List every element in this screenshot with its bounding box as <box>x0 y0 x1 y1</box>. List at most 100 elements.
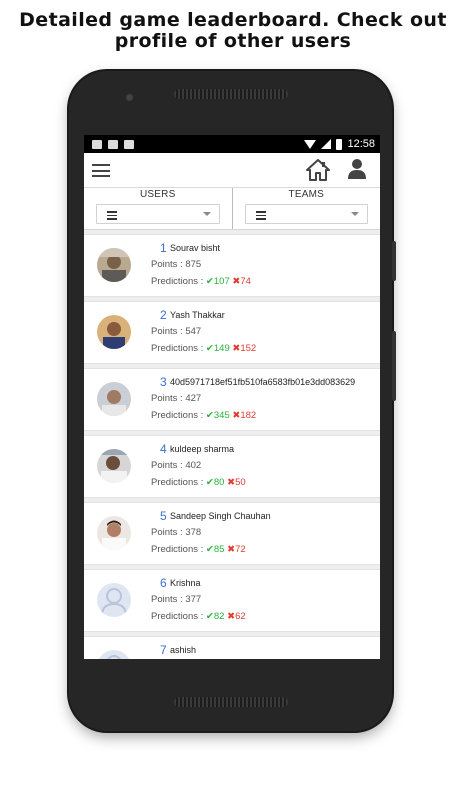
promo-line-1: Detailed game leaderboard. Check out <box>19 9 447 31</box>
teams-dropdown[interactable] <box>244 204 368 224</box>
leaderboard-row[interactable]: 3 40d5971718ef51fb510fa6583fb01e3dd08362… <box>84 368 380 431</box>
predictions-label: Predictions : <box>151 477 204 488</box>
avatar-placeholder <box>97 650 131 659</box>
avatar <box>97 382 131 416</box>
user-name: Sourav bisht <box>170 243 221 253</box>
leaderboard-list: 1 Sourav bisht Points : 875 Predictions … <box>84 230 380 659</box>
rank-number: 4 <box>160 442 167 456</box>
cross-icon: ✖ <box>227 477 236 488</box>
wrong-count: 182 <box>240 410 257 421</box>
points-value: Points : 402 <box>151 460 202 471</box>
points-value: Points : 875 <box>151 259 202 270</box>
avatar <box>97 449 131 483</box>
points-value: Points : 547 <box>151 326 202 337</box>
power-button <box>392 331 396 401</box>
predictions-summary: Predictions : ✔149 ✖152 <box>151 343 256 354</box>
volume-button <box>392 241 396 281</box>
predictions-summary: Predictions : ✔80 ✖50 <box>151 477 246 488</box>
leaderboard-row[interactable]: 5 Sandeep Singh Chauhan Points : 378 Pre… <box>84 502 380 565</box>
wrong-count: 50 <box>235 477 246 488</box>
user-name: Krishna <box>170 578 201 588</box>
list-icon <box>255 211 266 222</box>
rank-number: 2 <box>160 308 167 322</box>
users-dropdown[interactable] <box>96 204 220 224</box>
promo-caption: Detailed game leaderboard. Check out pro… <box>0 10 466 52</box>
status-bar: 12:58 <box>84 135 380 153</box>
check-icon: ✔ <box>205 544 214 555</box>
correct-count: 85 <box>213 544 225 555</box>
wrong-count: 62 <box>235 611 246 622</box>
predictions-label: Predictions : <box>151 276 204 287</box>
wrong-count: 72 <box>235 544 246 555</box>
correct-count: 80 <box>213 477 225 488</box>
rank-number: 6 <box>160 576 167 590</box>
predictions-label: Predictions : <box>151 544 204 555</box>
check-icon: ✔ <box>205 276 214 287</box>
predictions-label: Predictions : <box>151 343 204 354</box>
gmail-notification-icon <box>124 139 134 149</box>
bottom-speaker <box>174 697 288 707</box>
front-camera <box>125 93 134 102</box>
app-bar <box>84 153 380 188</box>
leaderboard-row[interactable]: 1 Sourav bisht Points : 875 Predictions … <box>84 234 380 297</box>
status-time: 12:58 <box>347 138 375 150</box>
wrong-count: 152 <box>240 343 257 354</box>
promo-line-2: profile of other users <box>114 30 352 52</box>
top-speaker <box>174 89 288 99</box>
check-icon: ✔ <box>205 410 214 421</box>
user-icon[interactable] <box>347 158 367 180</box>
rank-number: 3 <box>160 375 167 389</box>
check-icon: ✔ <box>205 343 214 354</box>
user-name: Yash Thakkar <box>170 310 225 320</box>
avatar-placeholder <box>97 583 131 617</box>
check-icon: ✔ <box>205 477 214 488</box>
app-screen: 12:58 USERS TEAMS 1 Sourav bisht Points … <box>84 135 380 659</box>
rank-number: 1 <box>160 241 167 255</box>
points-value: Points : 378 <box>151 527 202 538</box>
leaderboard-row[interactable]: 7 ashish <box>84 636 380 659</box>
home-icon[interactable] <box>306 159 330 181</box>
battery-icon <box>336 138 343 150</box>
wrong-count: 74 <box>240 276 251 287</box>
cross-icon: ✖ <box>227 544 236 555</box>
check-icon: ✔ <box>205 611 214 622</box>
correct-count: 345 <box>213 410 230 421</box>
correct-count: 149 <box>213 343 230 354</box>
image-notification-icon <box>92 139 102 149</box>
avatar <box>97 248 131 282</box>
leaderboard-row[interactable]: 2 Yash Thakkar Points : 547 Predictions … <box>84 301 380 364</box>
user-name: Sandeep Singh Chauhan <box>170 511 271 521</box>
teams-filter: TEAMS <box>231 188 381 229</box>
cross-icon: ✖ <box>227 611 236 622</box>
avatar <box>97 315 131 349</box>
hamburger-icon[interactable] <box>92 164 110 177</box>
leaderboard-row[interactable]: 6 Krishna Points : 377 Predictions : ✔82… <box>84 569 380 632</box>
dropdown-caret-icon <box>351 212 359 216</box>
predictions-label: Predictions : <box>151 410 204 421</box>
user-name: kuldeep sharma <box>170 444 235 454</box>
correct-count: 82 <box>213 611 225 622</box>
leaderboard-row[interactable]: 4 kuldeep sharma Points : 402 Prediction… <box>84 435 380 498</box>
dropdown-caret-icon <box>202 212 211 216</box>
correct-count: 107 <box>213 276 230 287</box>
points-value: Points : 427 <box>151 393 202 404</box>
user-name: 40d5971718ef51fb510fa6583fb01e3dd083629 <box>170 377 356 387</box>
filter-bar: USERS TEAMS <box>84 188 380 230</box>
outlook-notification-icon <box>108 139 118 149</box>
wifi-icon <box>304 139 317 149</box>
predictions-summary: Predictions : ✔107 ✖74 <box>151 276 251 287</box>
rank-number: 7 <box>160 643 167 657</box>
users-filter-label: USERS <box>140 189 176 200</box>
avatar <box>97 516 131 550</box>
predictions-label: Predictions : <box>151 611 204 622</box>
predictions-summary: Predictions : ✔82 ✖62 <box>151 611 246 622</box>
teams-filter-label: TEAMS <box>288 189 324 200</box>
phone-frame: 12:58 USERS TEAMS 1 Sourav bisht Points … <box>69 71 396 731</box>
signal-icon <box>321 139 332 149</box>
rank-number: 5 <box>160 509 167 523</box>
predictions-summary: Predictions : ✔85 ✖72 <box>151 544 246 555</box>
points-value: Points : 377 <box>151 594 202 605</box>
users-filter: USERS <box>84 188 232 229</box>
predictions-summary: Predictions : ✔345 ✖182 <box>151 410 256 421</box>
user-name: ashish <box>170 645 197 655</box>
